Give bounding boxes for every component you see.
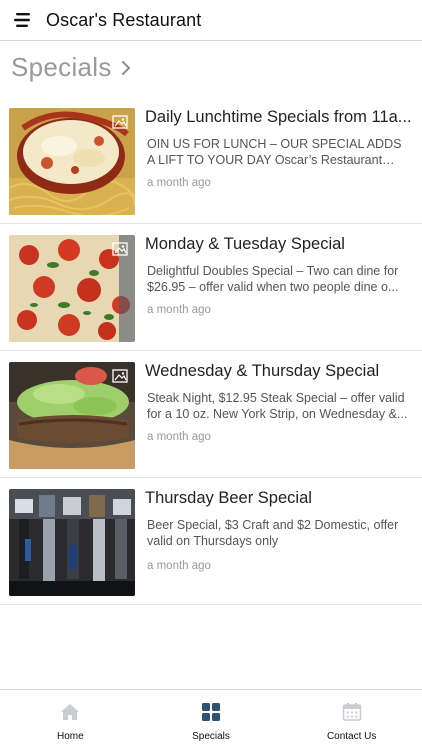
tab-home[interactable]: Home xyxy=(0,690,141,750)
image-icon xyxy=(112,115,128,129)
specials-list: Daily Lunchtime Specials from 11a... OIN… xyxy=(0,97,422,605)
section-title: Specials xyxy=(11,51,112,82)
special-timestamp: a month ago xyxy=(147,304,211,316)
chevron-right-icon xyxy=(121,61,130,75)
special-title: Daily Lunchtime Specials from 11a... xyxy=(145,108,412,126)
calendar-icon xyxy=(341,701,363,723)
special-description: Beer Special, $3 Craft and $2 Domestic, … xyxy=(147,518,399,548)
tab-label: Specials xyxy=(192,731,230,742)
steak-sandwich-photo xyxy=(9,362,135,469)
special-description: Delightful Doubles Special – Two can din… xyxy=(147,264,399,294)
grid-icon xyxy=(200,701,222,723)
tab-label: Home xyxy=(56,731,84,742)
special-title: Wednesday & Thursday Special xyxy=(145,362,380,380)
menu-button[interactable] xyxy=(0,0,46,41)
app-header: Oscar's Restaurant xyxy=(0,0,422,41)
special-description: Steak Night, $12.95 Steak Special – offe… xyxy=(147,391,408,421)
app-title: Oscar's Restaurant xyxy=(46,9,202,30)
special-timestamp: a month ago xyxy=(147,177,211,189)
bottom-tab-bar: Home Specials Contact Us xyxy=(0,689,422,750)
tab-label: Contact Us xyxy=(326,731,377,742)
list-item[interactable]: Wednesday & Thursday Special Steak Night… xyxy=(0,351,422,478)
tab-specials[interactable]: Specials xyxy=(141,690,282,750)
section-header-specials[interactable]: Specials xyxy=(11,50,131,84)
tab-contact-us[interactable]: Contact Us xyxy=(281,690,422,750)
special-title: Thursday Beer Special xyxy=(145,489,312,507)
special-timestamp: a month ago xyxy=(147,560,211,572)
image-icon xyxy=(112,242,128,256)
list-item[interactable]: Thursday Beer Special Beer Special, $3 C… xyxy=(0,478,422,605)
image-icon xyxy=(112,369,128,383)
beer-taps-photo xyxy=(9,489,135,596)
special-title: Monday & Tuesday Special xyxy=(145,235,345,253)
special-timestamp: a month ago xyxy=(147,431,211,443)
list-item[interactable]: Monday & Tuesday Special Delightful Doub… xyxy=(0,224,422,351)
special-description: OIN US FOR LUNCH – OUR SPECIAL ADDS A LI… xyxy=(147,137,402,167)
home-icon xyxy=(59,701,81,723)
list-item[interactable]: Daily Lunchtime Specials from 11a... OIN… xyxy=(0,97,422,224)
hamburger-menu-icon xyxy=(14,13,30,27)
chicken-parmesan-photo xyxy=(9,108,135,215)
pizza-photo xyxy=(9,235,135,342)
